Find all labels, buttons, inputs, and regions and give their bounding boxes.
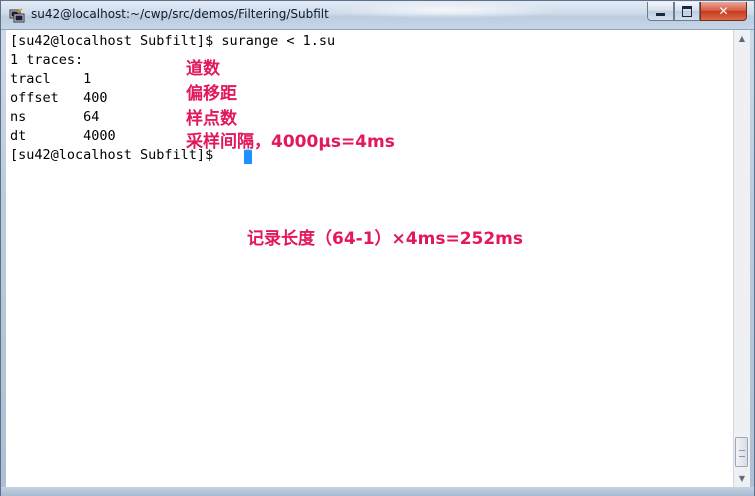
thumb-grip-icon	[739, 450, 745, 457]
vertical-scrollbar[interactable]: ▲ ▼	[733, 30, 750, 487]
terminal-screen[interactable]: [su42@localhost Subfilt]$ surange < 1.su…	[6, 30, 733, 487]
terminal-line-traces: 1 traces:	[10, 52, 84, 68]
maximize-button[interactable]	[674, 2, 700, 21]
minimize-icon	[656, 13, 665, 16]
window-bottom-frame	[1, 487, 754, 496]
scroll-down-arrow-icon: ▼	[738, 474, 746, 483]
scrollbar-thumb[interactable]	[735, 437, 748, 467]
close-button[interactable]: ✕	[700, 2, 747, 21]
terminal-line-ns: ns 64	[10, 109, 100, 125]
titlebar-glare	[331, 1, 561, 19]
scroll-up-arrow-icon: ▲	[738, 34, 746, 43]
minimize-button[interactable]	[647, 2, 674, 21]
terminal-line-offset: offset 400	[10, 90, 108, 106]
annotation-tracl: 道数	[186, 59, 220, 79]
title-bar[interactable]: su42@localhost:~/cwp/src/demos/Filtering…	[1, 1, 754, 30]
terminal-window: su42@localhost:~/cwp/src/demos/Filtering…	[0, 0, 755, 496]
terminal-line-tracl: tracl 1	[10, 71, 92, 87]
scroll-up-button[interactable]: ▲	[734, 30, 750, 47]
terminal-line-command: [su42@localhost Subfilt]$ surange < 1.su	[10, 33, 336, 49]
terminal-line-dt: dt 4000	[10, 128, 116, 144]
putty-terminal-icon[interactable]	[9, 7, 25, 23]
annotation-ns: 样点数	[186, 109, 237, 129]
annotation-offset: 偏移距	[186, 84, 237, 104]
scroll-down-button[interactable]: ▼	[734, 470, 750, 487]
window-title: su42@localhost:~/cwp/src/demos/Filtering…	[31, 7, 329, 21]
annotation-record-length: 记录长度（64-1）×4ms=252ms	[247, 229, 524, 249]
annotation-dt: 采样间隔，4000μs=4ms	[186, 132, 395, 152]
close-icon: ✕	[718, 4, 729, 18]
maximize-icon	[682, 5, 692, 17]
